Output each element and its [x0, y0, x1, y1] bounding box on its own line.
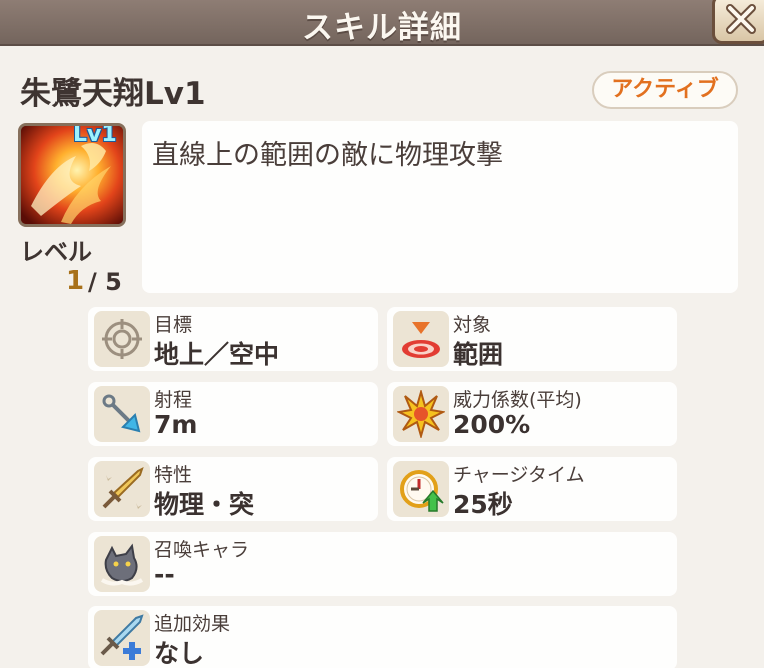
summon-creature-icon [94, 536, 150, 592]
stat-label: 威力係数(平均) [453, 389, 582, 411]
close-x-icon [726, 4, 756, 34]
sword-icon [94, 461, 150, 517]
close-button[interactable] [712, 0, 764, 44]
skill-name: 朱鷺天翔Lv1 [20, 76, 206, 112]
title-bar: スキル詳細 [0, 0, 764, 46]
stat-label: 目標 [154, 314, 193, 336]
stat-value: -- [154, 560, 175, 589]
stat-power: 威力係数(平均) 200% [387, 382, 677, 446]
stat-value: 物理・突 [154, 490, 255, 519]
stat-label: 召喚キャラ [154, 539, 250, 561]
stat-range: 射程 7m [88, 382, 378, 446]
stat-label: 追加効果 [154, 613, 231, 635]
description-box: 直線上の範囲の敵に物理攻撃 [142, 121, 738, 293]
stat-label: 射程 [154, 389, 193, 411]
arrow-icon [94, 386, 150, 442]
stat-extra-effect: 追加効果 なし [88, 606, 677, 668]
area-target-icon [393, 311, 449, 367]
skill-icon: Lv1 [18, 123, 126, 227]
stat-value: 7m [154, 410, 198, 439]
clock-icon [393, 461, 449, 517]
stat-label: 特性 [154, 464, 193, 486]
stat-attribute: 特性 物理・突 [88, 457, 378, 521]
stat-target: 目標 地上／空中 [88, 307, 378, 371]
level-label: レベル [20, 238, 92, 266]
window-title: スキル詳細 [302, 10, 462, 46]
skill-type-badge: アクティブ [592, 71, 738, 109]
stat-value: 地上／空中 [154, 340, 280, 369]
stat-label: 対象 [453, 314, 492, 336]
burst-icon [393, 386, 449, 442]
stat-value: 範囲 [453, 340, 504, 369]
stat-value: 200% [453, 410, 531, 439]
stat-charge: チャージタイム 25秒 [387, 457, 677, 521]
stat-label: チャージタイム [453, 464, 585, 486]
stat-value: なし [154, 639, 205, 668]
stat-summon: 召喚キャラ -- [88, 532, 677, 596]
crosshair-icon [94, 311, 150, 367]
level-max: / 5 [88, 268, 122, 296]
skill-description: 直線上の範囲の敵に物理攻撃 [152, 140, 503, 171]
level-current: 1 [66, 266, 85, 296]
stat-scope: 対象 範囲 [387, 307, 677, 371]
sword-plus-icon [94, 610, 150, 666]
stat-value: 25秒 [453, 490, 513, 519]
skill-icon-level: Lv1 [73, 123, 117, 147]
